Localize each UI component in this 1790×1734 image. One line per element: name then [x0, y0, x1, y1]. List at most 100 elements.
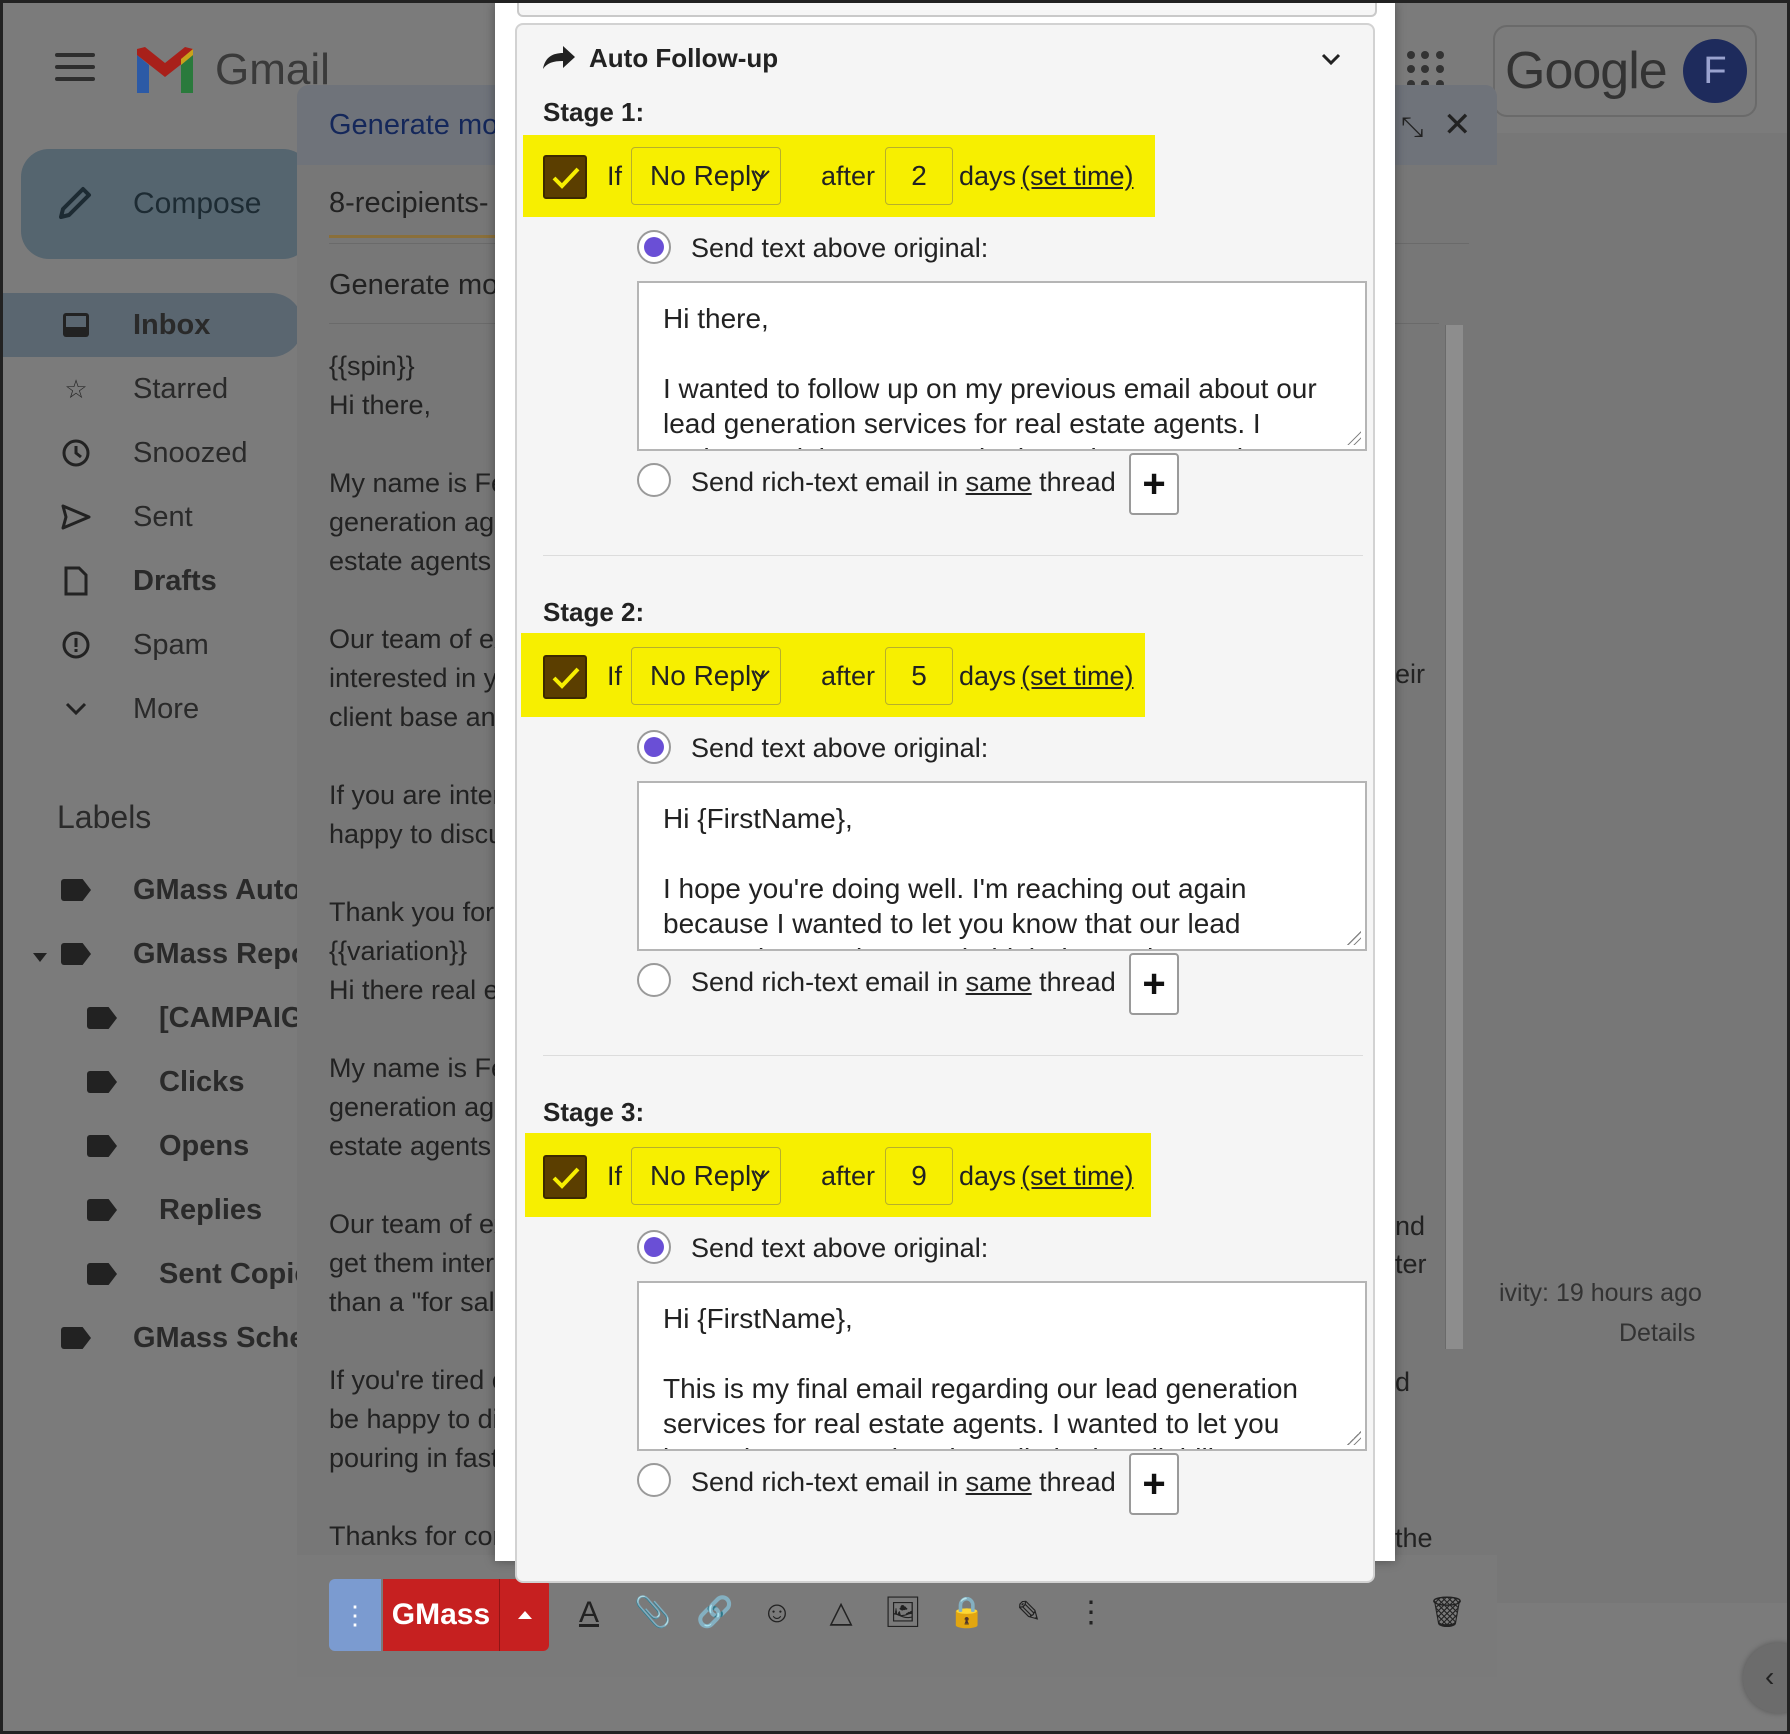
stage-2-text-area[interactable]: Hi {FirstName}, I hope you're doing well… — [637, 781, 1367, 951]
trash-icon[interactable]: 🗑 — [1427, 1593, 1467, 1633]
stage-1-text-area[interactable]: Hi there, I wanted to follow up on my pr… — [637, 281, 1367, 451]
compose-label: Compose — [133, 187, 262, 220]
stage-3-text-area[interactable]: Hi {FirstName}, This is my final email r… — [637, 1281, 1367, 1451]
side-panel-toggle[interactable]: ‹ — [1743, 1643, 1787, 1713]
google-apps-icon[interactable] — [1407, 51, 1445, 89]
spam-icon — [61, 630, 91, 660]
resize-handle[interactable] — [1347, 431, 1361, 445]
stage-1-label: Stage 1: — [543, 97, 645, 127]
expand-arrow-icon[interactable] — [33, 953, 47, 962]
set-time-link[interactable]: (set time) — [1021, 161, 1134, 192]
add-rich-text-button[interactable]: + — [1129, 953, 1179, 1015]
stage-2-days-input[interactable]: 5 — [885, 647, 953, 705]
chevron-down-icon — [754, 170, 770, 180]
label-item[interactable]: GMass Auto — [61, 865, 301, 915]
resize-handle[interactable] — [1347, 931, 1361, 945]
signature-icon[interactable]: ✎ — [1009, 1593, 1049, 1633]
sidebar-item-sent[interactable]: Sent — [3, 485, 303, 549]
sidebar-item-snoozed[interactable]: Snoozed — [3, 421, 303, 485]
label-icon — [61, 943, 91, 965]
sidebar-item-more[interactable]: More — [3, 677, 303, 741]
stage-2-label: Stage 2: — [543, 597, 645, 627]
label-item[interactable]: GMass Repo — [61, 929, 309, 979]
sidebar-item-spam[interactable]: Spam — [3, 613, 303, 677]
sidebar-item-inbox[interactable]: Inbox — [3, 293, 303, 357]
drive-icon[interactable]: △ — [821, 1593, 861, 1633]
panel-previous-section — [517, 3, 1377, 17]
label-item[interactable]: GMass Sche — [61, 1313, 305, 1363]
message-body[interactable]: {{spin}} Hi there, My name is Fe generat… — [329, 347, 499, 1556]
label-icon — [61, 1327, 91, 1349]
stage-divider — [543, 1055, 1363, 1056]
body-text-fragment: eir — [1395, 659, 1426, 689]
emoji-icon[interactable]: ☺ — [757, 1593, 797, 1633]
same-thread-link[interactable]: same — [966, 967, 1032, 997]
days-label: days — [959, 661, 1017, 691]
gmass-dropdown-button[interactable] — [499, 1579, 549, 1651]
chevron-down-icon[interactable] — [1319, 47, 1343, 71]
stage-1-send-above-radio[interactable] — [637, 230, 671, 264]
gmass-send-button[interactable]: GMass — [383, 1579, 499, 1651]
set-time-link[interactable]: (set time) — [1021, 661, 1134, 692]
gmail-logo-icon — [137, 47, 193, 93]
gmass-settings-button[interactable]: ⋮ — [329, 1579, 381, 1651]
sidebar-item-drafts[interactable]: Drafts — [3, 549, 303, 613]
sidebar-item-label: Snoozed — [133, 436, 248, 469]
select-value: No Reply — [650, 160, 766, 191]
textarea-content: Hi {FirstName}, This is my final email r… — [663, 1303, 1298, 1449]
main-menu-icon[interactable] — [55, 53, 95, 83]
close-icon[interactable]: ✕ — [1443, 105, 1472, 145]
rich-text-prefix: Send rich-text email in — [691, 967, 966, 997]
stage-2-condition-select[interactable]: No Reply — [631, 647, 781, 705]
exit-fullscreen-icon[interactable]: ⤡ — [1401, 111, 1423, 144]
body-text-fragment: ter — [1395, 1249, 1427, 1279]
from-field[interactable]: Generate mo — [329, 269, 498, 302]
set-time-link[interactable]: (set time) — [1021, 1161, 1134, 1192]
stage-3-days-input[interactable]: 9 — [885, 1147, 953, 1205]
attachment-icon[interactable]: 📎 — [633, 1593, 673, 1633]
scrollbar[interactable] — [1445, 325, 1463, 1349]
stage-1-checkbox[interactable] — [543, 155, 587, 199]
chevron-down-icon — [754, 1170, 770, 1180]
link-icon[interactable]: 🔗 — [695, 1593, 735, 1633]
label-icon — [87, 1199, 117, 1221]
stage-3-send-above-radio[interactable] — [637, 1230, 671, 1264]
label-item[interactable]: Replies — [87, 1185, 262, 1235]
label-icon — [87, 1135, 117, 1157]
resize-handle[interactable] — [1347, 1431, 1361, 1445]
same-thread-link[interactable]: same — [966, 1467, 1032, 1497]
avatar[interactable]: F — [1683, 39, 1747, 103]
subject-underline — [329, 235, 499, 238]
sidebar-item-starred[interactable]: ☆ Starred — [3, 357, 303, 421]
add-rich-text-button[interactable]: + — [1129, 453, 1179, 515]
chevron-left-icon: ‹ — [1765, 1661, 1775, 1692]
details-link[interactable]: Details — [1619, 1319, 1695, 1348]
after-label: after — [821, 1161, 876, 1191]
subject-field[interactable]: 8-recipients- — [329, 187, 489, 220]
text-format-icon[interactable]: A — [569, 1593, 609, 1633]
rich-text-label: Send rich-text email in same thread — [691, 967, 1116, 998]
label-item[interactable]: Clicks — [87, 1057, 244, 1107]
stage-3-condition-select[interactable]: No Reply — [631, 1147, 781, 1205]
add-rich-text-button[interactable]: + — [1129, 1453, 1179, 1515]
label-item[interactable]: Opens — [87, 1121, 249, 1171]
label-item[interactable]: [CAMPAIG — [87, 993, 303, 1043]
confidential-mode-icon[interactable]: 🔒 — [947, 1593, 987, 1633]
body-text-fragment: nd — [1395, 1211, 1426, 1241]
stage-3-checkbox[interactable] — [543, 1155, 587, 1199]
sidebar-item-label: Drafts — [133, 564, 217, 597]
stage-1-condition-select[interactable]: No Reply — [631, 147, 781, 205]
more-options-icon[interactable]: ⋮ — [1071, 1593, 1111, 1633]
stage-2-rich-text-radio[interactable] — [637, 963, 671, 997]
if-label: If — [607, 1161, 623, 1191]
stage-1-rich-text-radio[interactable] — [637, 463, 671, 497]
stage-3-rich-text-radio[interactable] — [637, 1463, 671, 1497]
label-item[interactable]: Sent Copie — [87, 1249, 310, 1299]
body-text-fragment: the — [1395, 1523, 1433, 1553]
stage-1-days-input[interactable]: 2 — [885, 147, 953, 205]
stage-2-send-above-radio[interactable] — [637, 730, 671, 764]
photo-icon[interactable]: 🖼 — [883, 1593, 923, 1633]
after-label: after — [821, 661, 876, 691]
same-thread-link[interactable]: same — [966, 467, 1032, 497]
stage-2-checkbox[interactable] — [543, 655, 587, 699]
